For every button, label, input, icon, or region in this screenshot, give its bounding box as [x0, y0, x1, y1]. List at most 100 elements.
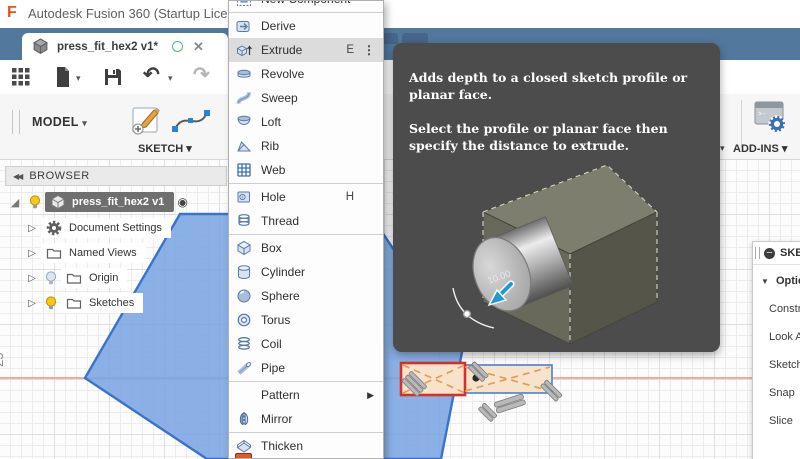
tree-node-label: Sketches — [89, 297, 135, 309]
root-cube-icon — [50, 194, 66, 210]
file-dropdown-caret[interactable]: ▾ — [76, 73, 81, 84]
menu-item-label: Pipe — [261, 361, 286, 375]
menu-item-label: Mirror — [261, 412, 293, 426]
menu-shortcut: H — [345, 191, 354, 203]
tree-node-chip[interactable]: Document Settings — [41, 218, 171, 238]
menu-item-label: Revolve — [261, 67, 305, 81]
boundary-fill-icon[interactable] — [235, 453, 252, 458]
expand-closed-icon[interactable]: ▷ — [23, 223, 41, 234]
bulb-on-icon[interactable] — [25, 194, 45, 210]
menu-item-label: Torus — [261, 313, 291, 327]
thread-icon — [235, 213, 252, 230]
extrude-tooltip: Adds depth to a closed sketch profile or… — [393, 43, 720, 352]
tree-node-chip[interactable]: Sketches — [61, 293, 144, 313]
addins-icon[interactable]: >- — [751, 100, 787, 134]
palette-item-slice[interactable]: Slice — [769, 415, 800, 427]
sync-status-icon — [172, 41, 184, 52]
menu-item-sphere[interactable]: Sphere — [229, 284, 383, 308]
kebab-menu-icon[interactable]: ⋮ — [363, 43, 375, 57]
menu-item-label: Box — [261, 241, 282, 255]
menu-item-hole[interactable]: Hole H — [229, 185, 383, 209]
bulb-off-icon[interactable] — [41, 270, 61, 286]
palette-grip[interactable] — [755, 247, 760, 259]
sketch-palette-header[interactable]: – SKETCH PALETTE — [753, 242, 800, 265]
undo-dropdown-caret[interactable]: ▾ — [168, 73, 173, 84]
no-icon — [235, 387, 252, 404]
save-icon[interactable] — [104, 68, 122, 86]
workspace-selector[interactable]: MODEL ▾ — [32, 115, 87, 129]
expand-closed-icon[interactable]: ▷ — [23, 273, 41, 284]
menu-item-rib[interactable]: Rib — [229, 134, 383, 158]
tree-row-document-settings[interactable]: ▷ Document Settings — [23, 216, 253, 240]
menu-item-thread[interactable]: Thread — [229, 209, 383, 233]
menu-item-sweep[interactable]: Sweep — [229, 86, 383, 110]
menu-item-web[interactable]: Web — [229, 158, 383, 182]
palette-item-look-at[interactable]: Look At — [769, 331, 800, 343]
tab-close-icon[interactable]: ✕ — [193, 40, 204, 53]
sketch-dimension-25[interactable]: 25 — [0, 353, 6, 367]
file-icon[interactable] — [55, 67, 71, 87]
menu-item-mirror[interactable]: Mirror — [229, 407, 383, 431]
folder-icon — [66, 295, 82, 311]
tree-row-origin[interactable]: ▷ Origin — [23, 266, 253, 290]
fusion-logo-icon: F — [7, 4, 17, 21]
hidden-panel-caret[interactable]: ▾ — [720, 143, 725, 154]
extrude-icon — [235, 42, 252, 59]
activate-component-radio[interactable]: ◉ — [177, 195, 187, 209]
menu-separator — [229, 183, 383, 184]
undo-icon[interactable]: ↶ — [143, 62, 160, 87]
palette-options-section[interactable]: ▼ Options — [761, 275, 800, 287]
tree-row-sketches[interactable]: ▷ Sketches — [23, 291, 253, 315]
tree-node-chip[interactable]: Origin — [61, 268, 128, 288]
mirror-icon — [235, 411, 252, 428]
expand-closed-icon[interactable]: ▷ — [23, 298, 41, 309]
spline-tool-icon[interactable] — [172, 108, 210, 134]
menu-item-cylinder[interactable]: Cylinder — [229, 260, 383, 284]
menu-item-pattern[interactable]: Pattern ▶ — [229, 383, 383, 407]
tree-row-root[interactable]: ◢ press_fit_hex2 v1 ◉ — [5, 190, 235, 214]
active-document-tab[interactable]: press_fit_hex2 v1* ✕ — [22, 33, 228, 60]
menu-item-pipe[interactable]: Pipe — [229, 356, 383, 380]
palette-item-construction[interactable]: Construction — [769, 303, 800, 315]
menu-item-label: Web — [261, 163, 286, 177]
menu-separator — [229, 432, 383, 433]
create-dropdown-menu: New Component Derive Extrude E ⋮ Revolve Sweep… — [228, 0, 384, 459]
menu-item-thicken[interactable]: Thicken — [229, 434, 383, 458]
menu-item-torus[interactable]: Torus — [229, 308, 383, 332]
tree-node-chip[interactable]: Named Views — [41, 243, 146, 263]
toolbar-drag-handle[interactable] — [12, 110, 20, 134]
new-component-icon — [235, 1, 252, 8]
app-grid-icon[interactable] — [12, 68, 30, 86]
menu-item-coil[interactable]: Coil — [229, 332, 383, 356]
root-node-chip[interactable]: press_fit_hex2 v1 — [45, 192, 175, 212]
collapse-browser-icon[interactable]: ◀◀ — [13, 172, 23, 181]
menu-item-new-component[interactable]: New Component — [229, 1, 383, 11]
redo-icon[interactable]: ↷ — [193, 62, 210, 87]
palette-item-snap[interactable]: Snap — [769, 387, 800, 399]
menu-item-revolve[interactable]: Revolve — [229, 62, 383, 86]
browser-header-label: BROWSER — [29, 170, 90, 182]
menu-item-derive[interactable]: Derive — [229, 14, 383, 38]
browser-panel-header[interactable]: ◀◀ BROWSER — [5, 166, 227, 186]
expand-closed-icon[interactable]: ▷ — [23, 248, 41, 259]
tree-node-label: Document Settings — [69, 222, 162, 234]
menu-item-loft[interactable]: Loft — [229, 110, 383, 134]
menu-item-label: Hole — [261, 190, 286, 204]
menu-item-box[interactable]: Box — [229, 236, 383, 260]
palette-minimize-icon[interactable]: – — [764, 247, 775, 259]
section-label: Options — [775, 275, 800, 287]
menu-item-label: Pattern — [261, 388, 300, 402]
sweep-icon — [235, 90, 252, 107]
tree-row-named-views[interactable]: ▷ Named Views — [23, 241, 253, 265]
section-expand-caret[interactable]: ▼ — [761, 277, 769, 286]
bulb-on-icon[interactable] — [41, 295, 61, 311]
addins-panel-label[interactable]: ADD-INS ▾ — [733, 142, 787, 155]
menu-item-label: Thread — [261, 214, 300, 228]
sketch-palette-panel: – SKETCH PALETTE ▼ Options Construction L… — [752, 241, 800, 459]
menu-item-extrude[interactable]: Extrude E ⋮ — [229, 38, 383, 62]
expand-open-icon[interactable]: ◢ — [5, 196, 25, 209]
derive-icon — [235, 18, 252, 35]
create-sketch-icon[interactable] — [130, 102, 166, 138]
sketch-panel-label[interactable]: SKETCH ▾ — [138, 142, 192, 155]
palette-item-sketch-grid[interactable]: Sketch Grid — [769, 359, 800, 371]
